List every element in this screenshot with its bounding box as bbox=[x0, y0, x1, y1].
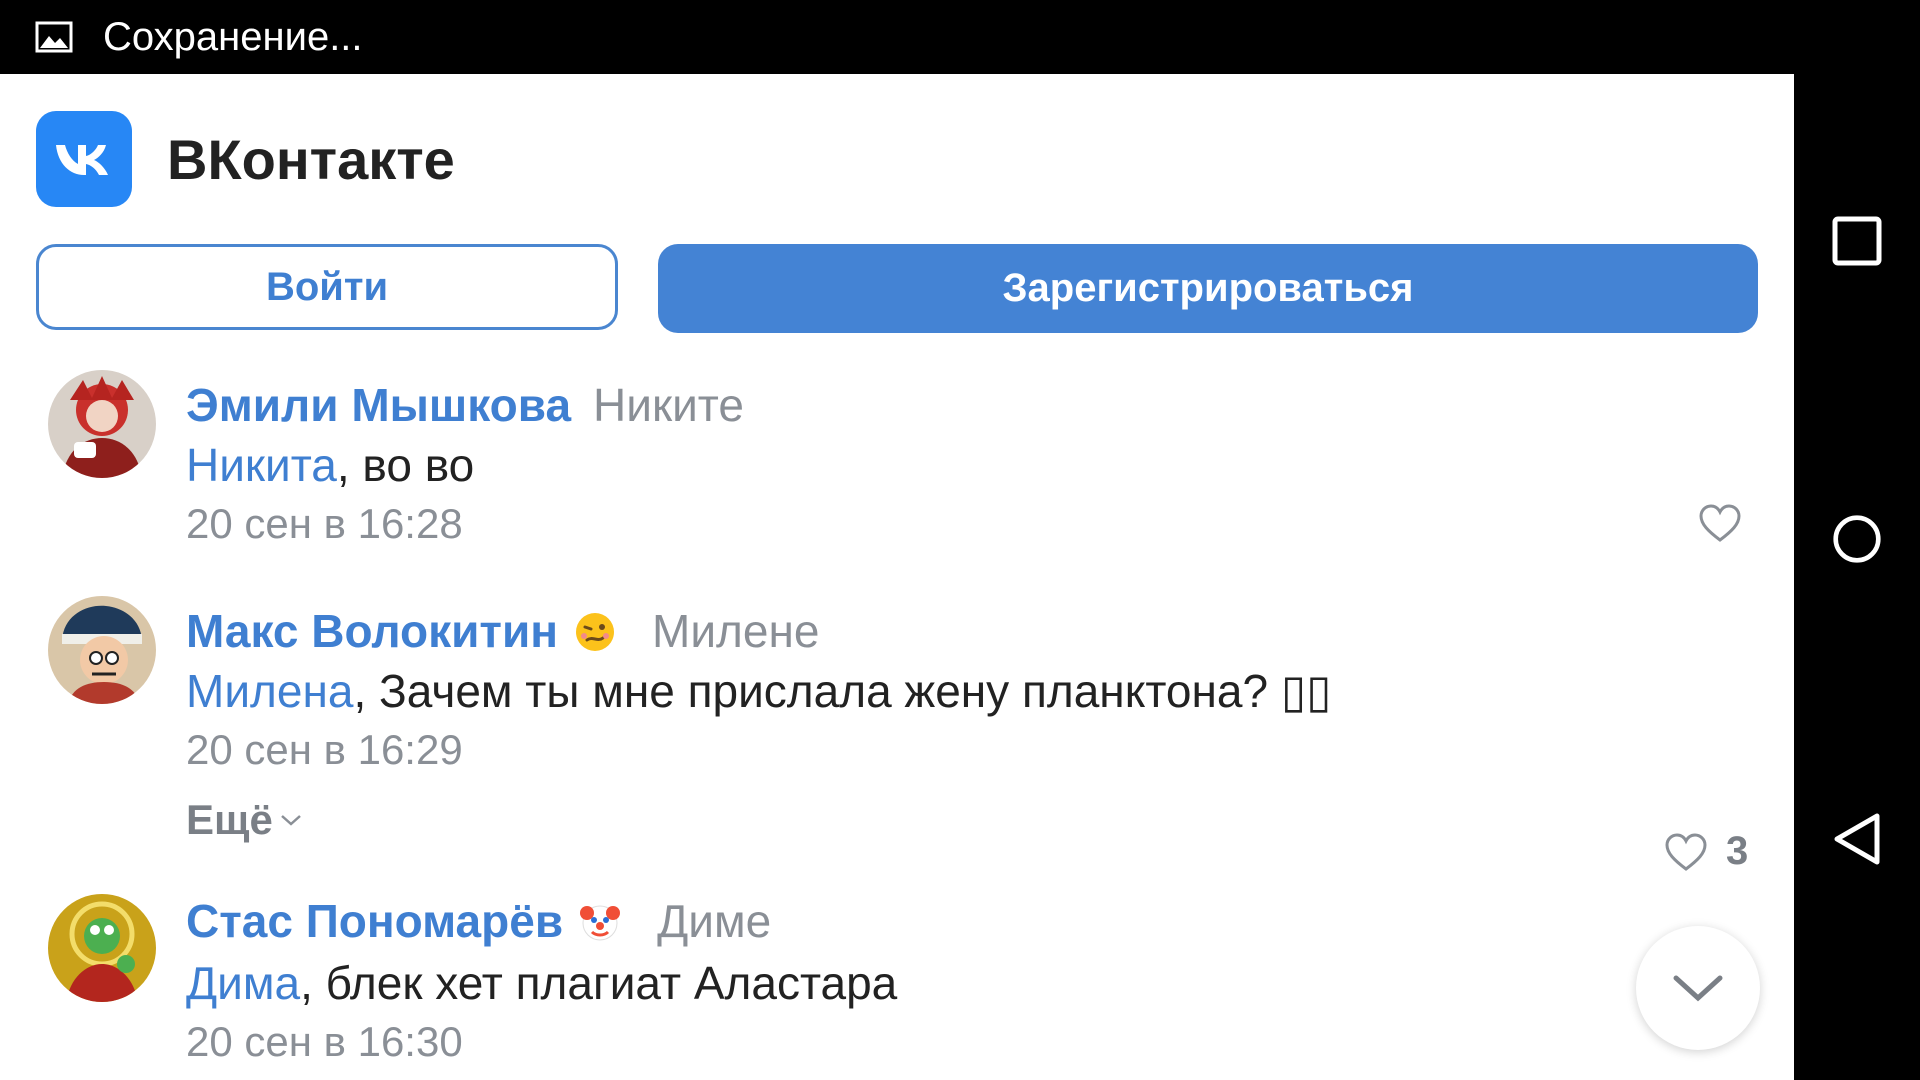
comment-body: , Зачем ты мне прислала жену планктона? bbox=[353, 665, 1281, 717]
circle-icon[interactable] bbox=[1832, 514, 1882, 564]
app-screen: ВКонтакте Войти Зарегистрироваться Эмили… bbox=[0, 74, 1794, 1080]
author-name[interactable]: Стас Пономарёв bbox=[186, 894, 563, 948]
heart-icon bbox=[1698, 503, 1742, 553]
more-label: Ещё bbox=[186, 796, 273, 843]
status-bar: Сохранение... bbox=[0, 0, 1794, 74]
reply-to[interactable]: Милене bbox=[652, 604, 819, 658]
chevron-down-icon bbox=[1672, 973, 1724, 1003]
comment-date: 20 сен в 16:30 bbox=[186, 1018, 463, 1065]
comment-body: , блек хет плагиат Аластара bbox=[300, 957, 898, 1009]
comment-date: 20 сен в 16:28 bbox=[186, 500, 463, 547]
comment-body: , во во bbox=[336, 439, 475, 491]
mention-link[interactable]: Никита bbox=[186, 439, 337, 491]
scroll-down-button[interactable] bbox=[1636, 926, 1760, 1050]
clown-face-emoji bbox=[579, 900, 621, 942]
missing-glyphs: ▯▯ bbox=[1280, 665, 1332, 717]
mention-link[interactable]: Дима bbox=[186, 957, 300, 1009]
comment-text: Никита, во во bbox=[186, 438, 474, 492]
register-button[interactable]: Зарегистрироваться bbox=[658, 244, 1758, 333]
like-count: 3 bbox=[1726, 829, 1749, 873]
image-icon bbox=[35, 21, 73, 53]
avatar[interactable] bbox=[48, 370, 156, 478]
system-nav-bar bbox=[1794, 0, 1920, 1080]
app-title: ВКонтакте bbox=[167, 127, 455, 191]
mention-link[interactable]: Милена bbox=[186, 665, 353, 717]
avatar[interactable] bbox=[48, 894, 156, 1002]
heart-icon bbox=[1664, 832, 1708, 872]
status-text: Сохранение... bbox=[103, 14, 363, 59]
vk-logo bbox=[36, 111, 132, 207]
more-button[interactable]: Ещё bbox=[186, 796, 303, 844]
woozy-face-emoji bbox=[574, 610, 616, 652]
login-button[interactable]: Войти bbox=[36, 244, 618, 330]
author-name[interactable]: Эмили Мышкова bbox=[186, 378, 571, 432]
comment-header: Макс Волокитин Милене bbox=[186, 604, 819, 658]
comment-text: Дима, блек хет плагиат Аластара bbox=[186, 956, 897, 1010]
like-button[interactable]: 3 bbox=[1664, 829, 1748, 874]
chevron-down-icon bbox=[279, 812, 303, 828]
comment-text: Милена, Зачем ты мне прислала жену планк… bbox=[186, 664, 1331, 718]
reply-to[interactable]: Никите bbox=[593, 378, 744, 432]
author-name[interactable]: Макс Волокитин bbox=[186, 604, 558, 658]
comment-header: Стас Пономарёв Диме bbox=[186, 894, 771, 948]
comment-header: Эмили Мышкова Никите bbox=[186, 378, 744, 432]
app-header: ВКонтакте bbox=[36, 111, 455, 207]
triangle-back-icon[interactable] bbox=[1832, 813, 1882, 865]
avatar[interactable] bbox=[48, 596, 156, 704]
comment-date: 20 сен в 16:29 bbox=[186, 726, 463, 773]
reply-to[interactable]: Диме bbox=[657, 894, 771, 948]
like-button[interactable] bbox=[1698, 503, 1742, 553]
square-icon[interactable] bbox=[1832, 216, 1882, 266]
